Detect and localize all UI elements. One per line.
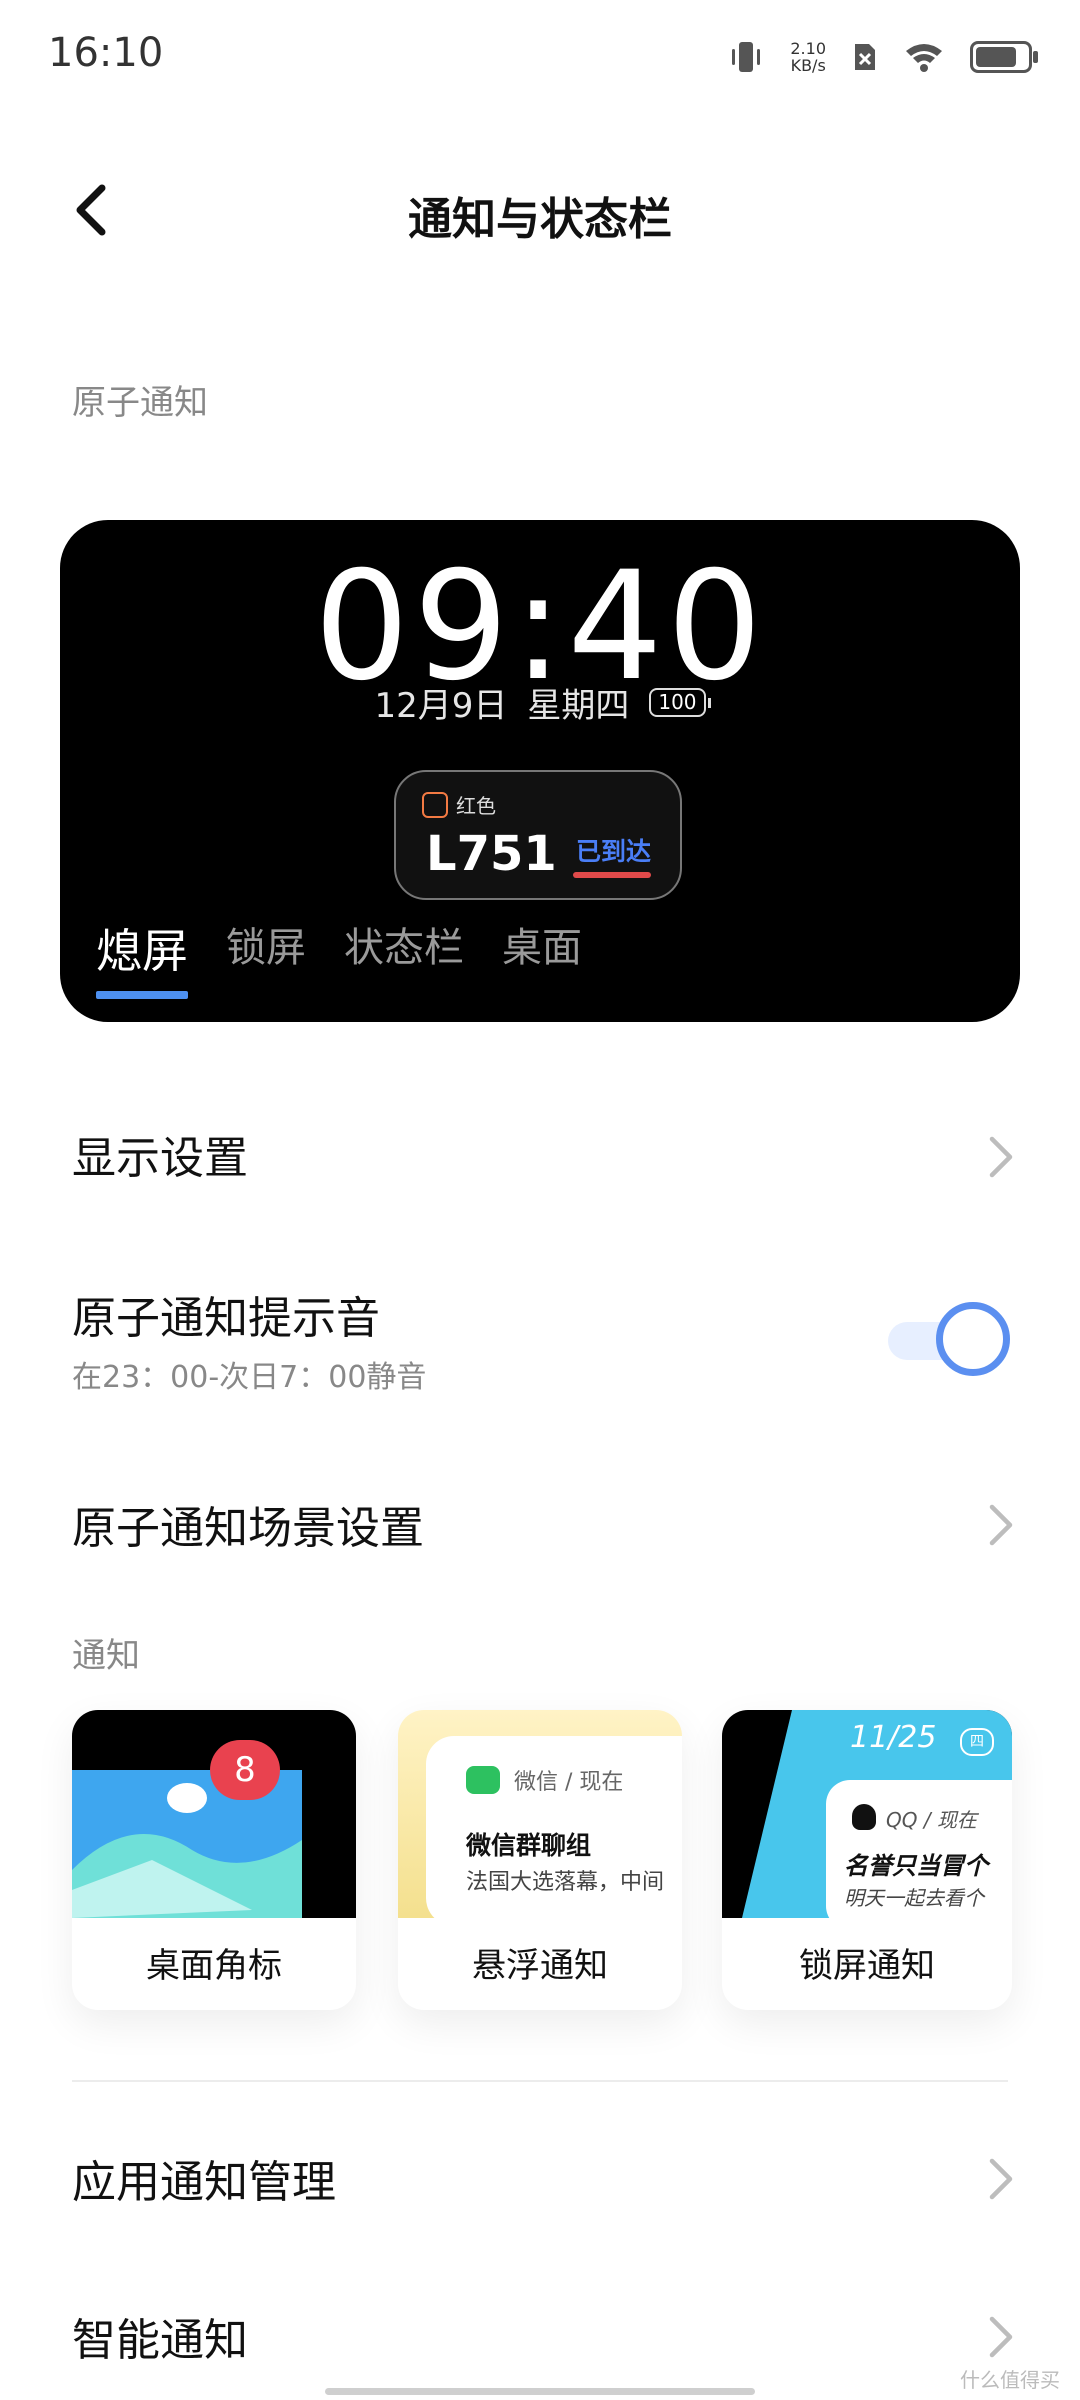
preview-weekday: 星期四 (527, 686, 630, 726)
pill-status: 已到达 (576, 837, 652, 866)
app-icon (422, 792, 448, 818)
lock-date: 11/25 (850, 1720, 937, 1755)
pill-status-underline (573, 872, 651, 878)
toggle-knob (936, 1302, 1010, 1376)
section-label-atomic: 原子通知 (72, 383, 208, 423)
pill-app-name: 红色 (456, 794, 496, 818)
card-badge-label: 桌面角标 (146, 1946, 282, 1986)
chevron-right-icon (989, 2158, 1013, 2200)
pill-flight-code: L751 (426, 826, 557, 882)
lock-body: 明天一起去看个 (844, 1886, 984, 1910)
net-speed-unit: KB/s (790, 56, 826, 75)
wechat-icon (466, 1766, 500, 1794)
card-floating-image: 微信 / 现在 微信群聊组 法国大选落幕，中间 (398, 1710, 682, 1918)
chevron-right-icon (989, 1136, 1013, 1178)
floating-app: 微信 / 现在 (514, 1770, 624, 1795)
lock-title: 名誉只当冒个 (844, 1852, 988, 1880)
card-lockscreen-notify[interactable]: 11/25 四 QQ / 现在 名誉只当冒个 明天一起去看个 锁屏通知 (722, 1710, 1012, 2010)
chevron-right-icon (989, 1504, 1013, 1546)
row-scene-title: 原子通知场景设置 (72, 1503, 424, 1554)
wifi-icon (906, 44, 942, 72)
row-scene-settings[interactable]: 原子通知场景设置 (0, 1478, 1080, 1568)
card-lockscreen-label: 锁屏通知 (799, 1946, 935, 1986)
qq-icon (852, 1804, 876, 1830)
preview-date: 12月9日 (374, 686, 508, 726)
status-icons: 2.10 KB/s (728, 32, 1038, 82)
preview-battery-badge: 100 (649, 688, 711, 717)
card-floating-label: 悬浮通知 (472, 1946, 608, 1986)
card-floating-notify[interactable]: 微信 / 现在 微信群聊组 法国大选落幕，中间 悬浮通知 (398, 1710, 682, 2010)
section-label-notify: 通知 (72, 1636, 140, 1676)
tab-aod[interactable]: 熄屏 (96, 915, 188, 999)
row-smart-notify[interactable]: 智能通知 (0, 2290, 1080, 2380)
no-sim-icon (855, 44, 875, 70)
watermark: 什么值得买 (960, 2368, 1060, 2392)
floating-body: 法国大选落幕，中间 (466, 1870, 665, 1895)
row-smart-title: 智能通知 (72, 2315, 248, 2366)
floating-title: 微信群聊组 (466, 1831, 592, 1860)
lock-notify-mock: QQ / 现在 名誉只当冒个 明天一起去看个 (826, 1780, 1012, 1918)
row-sound-subtitle: 在23：00-次日7：00静音 (72, 1360, 427, 1395)
row-display-title: 显示设置 (72, 1133, 248, 1184)
tab-desktop[interactable]: 桌面 (502, 915, 582, 999)
battery-level (976, 47, 1016, 67)
card-lockscreen-image: 11/25 四 QQ / 现在 名誉只当冒个 明天一起去看个 (722, 1710, 1012, 1918)
row-app-manage-title: 应用通知管理 (72, 2157, 336, 2208)
row-display-settings[interactable]: 显示设置 (0, 1110, 1080, 1200)
gallery-icon (72, 1770, 302, 1918)
card-desktop-badge[interactable]: 8 桌面角标 (72, 1710, 356, 2010)
chevron-right-icon (989, 2316, 1013, 2358)
net-speed-value: 2.10 (790, 39, 826, 58)
tab-lockscreen[interactable]: 锁屏 (226, 915, 306, 999)
divider (72, 2080, 1008, 2082)
battery-icon (970, 41, 1038, 73)
row-sound-title: 原子通知提示音 (72, 1293, 380, 1344)
tab-statusbar[interactable]: 状态栏 (344, 915, 464, 999)
preview-date-row: 12月9日 星期四 100 (60, 678, 1020, 727)
floating-notify-mock: 微信 / 现在 微信群聊组 法国大选落幕，中间 (426, 1736, 682, 1918)
sound-toggle[interactable] (888, 1302, 1010, 1376)
vibrate-icon (732, 42, 761, 72)
page-title: 通知与状态栏 (408, 194, 672, 245)
lock-app: QQ / 现在 (886, 1808, 977, 1832)
preview-notification-pill: 红色 L751 已到达 (394, 770, 682, 900)
row-app-notify-manage[interactable]: 应用通知管理 (0, 2130, 1080, 2220)
status-time: 16:10 (48, 30, 164, 76)
home-indicator[interactable] (325, 2388, 755, 2395)
lock-weekday: 四 (960, 1728, 994, 1756)
badge-count: 8 (210, 1740, 280, 1800)
card-badge-image: 8 (72, 1710, 356, 1918)
atomic-preview-card: 09:40 12月9日 星期四 100 红色 L751 已到达 熄屏 锁屏 状态… (60, 520, 1020, 1022)
network-speed: 2.10 KB/s (790, 40, 826, 74)
preview-tabs: 熄屏 锁屏 状态栏 桌面 (96, 915, 582, 999)
